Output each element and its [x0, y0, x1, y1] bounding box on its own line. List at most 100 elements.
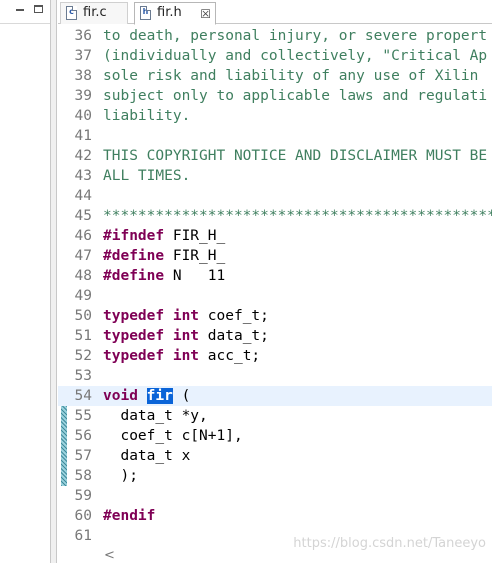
watermark: https://blog.csdn.net/Taneeyo — [293, 536, 486, 551]
line-source: #ifndef FIR_H_ — [103, 226, 225, 246]
tab-label: fir.c — [83, 5, 107, 20]
line-source: data_t *y, — [103, 406, 208, 426]
line-number: 60 — [74, 508, 92, 524]
keyword: int — [172, 308, 200, 324]
code-line[interactable]: 55 data_t *y, — [58, 406, 492, 426]
comment-text: ****************************************… — [103, 208, 492, 224]
code-text: data_t x — [103, 448, 191, 464]
line-number: 49 — [74, 288, 92, 304]
horizontal-scrollbar[interactable]: < — [58, 549, 492, 563]
code-text: data_t; — [199, 328, 269, 344]
line-source: coef_t c[N+1], — [103, 426, 243, 446]
line-source: #define N 11 — [103, 266, 225, 286]
minimize-icon[interactable] — [13, 3, 27, 17]
line-source: #endif — [103, 506, 155, 526]
line-source: liability. — [103, 106, 190, 126]
comment-text: sole risk and liability of any use of Xi… — [103, 68, 479, 84]
line-number: 57 — [74, 448, 92, 464]
close-icon[interactable]: ☒ — [200, 4, 211, 24]
code-line[interactable]: 50 typedef int coef_t; — [58, 306, 492, 326]
line-number: 58 — [74, 468, 92, 484]
code-line[interactable]: 51 typedef int data_t; — [58, 326, 492, 346]
code-line[interactable]: 48 #define N 11 — [58, 266, 492, 286]
code-text: ( — [172, 388, 191, 404]
code-line[interactable]: 45 **************************************… — [58, 206, 492, 226]
code-editor[interactable]: c fir.c h fir.h ☒ 36 to death, personal i… — [58, 0, 492, 563]
comment-text: THIS COPYRIGHT NOTICE AND DISCLAIMER MUS… — [103, 148, 488, 164]
code-line[interactable]: 39 subject only to applicable laws and re… — [58, 86, 492, 106]
outline-toolbar — [0, 0, 50, 24]
line-number: 52 — [74, 348, 92, 364]
line-number: 50 — [74, 308, 92, 324]
line-source: to death, personal injury, or severe pro… — [103, 26, 487, 46]
code-line[interactable]: 41 — [58, 126, 492, 146]
code-line[interactable]: 58 ); — [58, 466, 492, 486]
keyword: typedef — [103, 348, 165, 364]
comment-text: subject only to applicable laws and regu… — [103, 88, 488, 104]
line-number: 53 — [74, 368, 92, 384]
code-line[interactable]: 57 data_t x — [58, 446, 492, 466]
line-number: 36 — [74, 28, 92, 44]
code-line[interactable]: 52 typedef int acc_t; — [58, 346, 492, 366]
tab-fir-h[interactable]: h fir.h ☒ — [134, 2, 216, 25]
code-line[interactable]: 54 void fir ( — [58, 386, 492, 406]
code-line[interactable]: 60 #endif — [58, 506, 492, 526]
selected-identifier: fir — [146, 388, 173, 404]
line-source: typedef int coef_t; — [103, 306, 269, 326]
line-number: 48 — [74, 268, 92, 284]
code-line[interactable]: 53 — [58, 366, 492, 386]
outline-pane — [0, 0, 51, 563]
keyword: void — [103, 388, 138, 404]
code-line[interactable]: 37 (individually and collectively, "Criti… — [58, 46, 492, 66]
code-line[interactable]: 49 — [58, 286, 492, 306]
code-line[interactable]: 42 THIS COPYRIGHT NOTICE AND DISCLAIMER M… — [58, 146, 492, 166]
line-source: ); — [103, 466, 138, 486]
line-number: 56 — [74, 428, 92, 444]
code-line[interactable]: 56 coef_t c[N+1], — [58, 426, 492, 446]
line-source: THIS COPYRIGHT NOTICE AND DISCLAIMER MUS… — [103, 146, 487, 166]
comment-text: liability. — [103, 108, 191, 124]
pane-splitter[interactable] — [51, 0, 57, 563]
code-text: FIR_H_ — [164, 248, 226, 264]
line-source: (individually and collectively, "Critica… — [103, 46, 487, 66]
code-text: ); — [103, 468, 138, 484]
line-number: 59 — [74, 488, 92, 504]
code-line[interactable]: 46 #ifndef FIR_H_ — [58, 226, 492, 246]
line-source: typedef int data_t; — [103, 326, 269, 346]
line-number: 47 — [74, 248, 92, 264]
line-number: 51 — [74, 328, 92, 344]
line-source: typedef int acc_t; — [103, 346, 260, 366]
line-number: 54 — [74, 388, 92, 404]
code-line[interactable]: 36 to death, personal injury, or severe p… — [58, 26, 492, 46]
code-text: data_t *y, — [103, 408, 208, 424]
line-source: sole risk and liability of any use of Xi… — [103, 66, 478, 86]
line-source: #define FIR_H_ — [103, 246, 225, 266]
line-number: 39 — [74, 88, 92, 104]
tab-label: fir.h — [157, 5, 182, 20]
line-number: 37 — [74, 48, 92, 64]
line-number: 42 — [74, 148, 92, 164]
code-line[interactable]: 44 — [58, 186, 492, 206]
code-line[interactable]: 59 — [58, 486, 492, 506]
code-line[interactable]: 38 sole risk and liability of any use of … — [58, 66, 492, 86]
code-text: N 11 — [164, 268, 226, 284]
scroll-left-icon[interactable]: < — [104, 549, 115, 563]
maximize-icon[interactable] — [31, 3, 45, 17]
line-number: 40 — [74, 108, 92, 124]
editor-tab-bar: c fir.c h fir.h ☒ — [58, 0, 492, 25]
keyword: #endif — [103, 508, 156, 524]
tab-fir-c[interactable]: c fir.c — [60, 2, 128, 24]
line-number: 38 — [74, 68, 92, 84]
keyword: typedef — [103, 308, 165, 324]
code-line[interactable]: 40 liability. — [58, 106, 492, 126]
code-text: coef_t c[N+1], — [103, 428, 243, 444]
line-source: ****************************************… — [103, 206, 492, 226]
code-line[interactable]: 43 ALL TIMES. — [58, 166, 492, 186]
line-source: data_t x — [103, 446, 190, 466]
comment-text: to death, personal injury, or severe pro… — [103, 28, 488, 44]
code-line[interactable]: 47 #define FIR_H_ — [58, 246, 492, 266]
code-text: acc_t; — [199, 348, 261, 364]
